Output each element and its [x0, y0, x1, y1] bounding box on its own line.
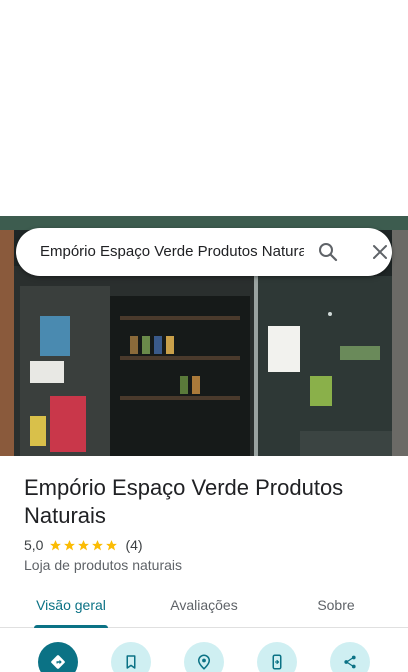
star-icon	[50, 539, 62, 550]
place-title: Empório Espaço Verde Produtos Naturais	[24, 475, 344, 528]
star-icon	[106, 539, 118, 550]
close-icon[interactable]	[368, 240, 392, 264]
tab-reviews[interactable]: Avaliações	[150, 588, 258, 628]
action-buttons	[0, 642, 408, 672]
star-rating	[49, 539, 119, 552]
review-count[interactable]: (4)	[125, 537, 142, 553]
rating-row[interactable]: 5,0 (4)	[24, 536, 143, 554]
nearby-button[interactable]	[184, 642, 224, 672]
star-icon	[78, 539, 90, 550]
directions-button[interactable]	[38, 642, 78, 672]
search-input[interactable]: Empório Espaço Verde Produtos Naturais	[40, 228, 304, 276]
map-area	[0, 0, 408, 216]
star-icon	[92, 539, 104, 550]
rating-value: 5,0	[24, 537, 44, 553]
send-to-phone-button[interactable]	[257, 642, 297, 672]
tab-bar: Visão geral Avaliações Sobre	[0, 588, 408, 628]
tab-about[interactable]: Sobre	[296, 588, 376, 628]
share-button[interactable]	[330, 642, 370, 672]
search-bar[interactable]: Empório Espaço Verde Produtos Naturais	[16, 228, 392, 276]
search-icon[interactable]	[316, 240, 340, 264]
place-category: Loja de produtos naturais	[24, 557, 182, 573]
nearby-icon	[197, 654, 211, 670]
tab-overview[interactable]: Visão geral	[20, 588, 122, 628]
save-button[interactable]	[111, 642, 151, 672]
directions-icon	[51, 655, 65, 669]
bookmark-icon	[126, 655, 136, 669]
share-icon	[344, 655, 356, 669]
tab-indicator	[34, 625, 108, 628]
send-to-phone-icon	[272, 654, 282, 670]
star-icon	[64, 539, 76, 550]
